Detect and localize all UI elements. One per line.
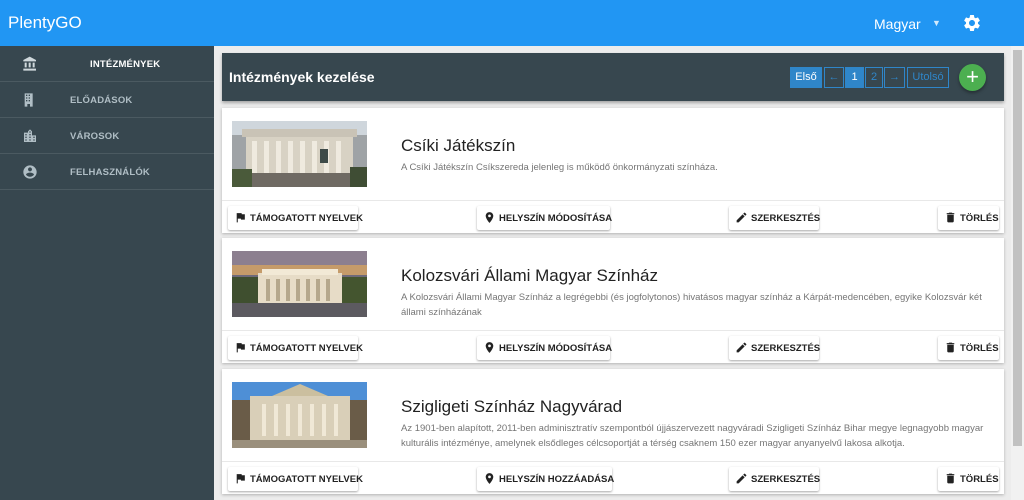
gear-icon[interactable] <box>962 13 982 33</box>
pagination-page-1[interactable]: 1 <box>845 67 864 88</box>
edit-button[interactable]: SZERKESZTÉS <box>729 206 821 230</box>
institution-card: Csíki Játékszín A Csíki Játékszín Csíksz… <box>222 108 1004 233</box>
chevron-down-icon: ▼ <box>932 18 941 28</box>
button-label: SZERKESZTÉS <box>751 343 821 354</box>
pencil-icon <box>735 211 748 224</box>
location-pin-icon <box>483 472 496 485</box>
institution-image <box>232 121 367 187</box>
trash-icon <box>944 341 957 354</box>
institution-description: A Csíki Játékszín Csíkszereda jelenleg i… <box>401 162 718 173</box>
institution-description: A Kolozsvári Állami Magyar Színház a leg… <box>401 292 982 318</box>
institution-name: Szigligeti Színház Nagyvárad <box>401 397 623 416</box>
account-circle-icon <box>22 164 38 180</box>
trash-icon <box>944 211 957 224</box>
language-value: Magyar <box>874 16 921 32</box>
institution-card: Kolozsvári Állami Magyar Színház A Koloz… <box>222 238 1004 363</box>
institution-name: Kolozsvári Állami Magyar Színház <box>401 266 658 285</box>
add-location-button[interactable]: HELYSZÍN HOZZÁADÁSA <box>477 467 615 491</box>
page-title: Intézmények kezelése <box>229 69 375 85</box>
button-label: HELYSZÍN MÓDOSÍTÁSA <box>499 343 613 354</box>
scrollbar[interactable] <box>1011 46 1024 500</box>
flag-icon <box>234 472 247 485</box>
button-label: HELYSZÍN HOZZÁADÁSA <box>499 474 615 485</box>
modify-location-button[interactable]: HELYSZÍN MÓDOSÍTÁSA <box>477 206 613 230</box>
button-label: SZERKESZTÉS <box>751 213 821 224</box>
supported-languages-button[interactable]: TÁMOGATOTT NYELVEK <box>228 206 363 230</box>
institution-image <box>232 382 367 448</box>
divider <box>222 200 1004 201</box>
pagination-prev-button[interactable]: ← <box>824 67 844 88</box>
pencil-icon <box>735 341 748 354</box>
delete-button[interactable]: TÖRLÉS <box>938 206 999 230</box>
sidebar-item-label: ELŐADÁSOK <box>70 95 133 106</box>
button-label: TÁMOGATOTT NYELVEK <box>250 213 363 224</box>
sidebar: INTÉZMÉNYEK ELŐADÁSOK VÁROSOK FELHASZNÁL… <box>0 46 214 500</box>
trash-icon <box>944 472 957 485</box>
pagination-page-2[interactable]: 2 <box>865 67 883 88</box>
divider <box>222 330 1004 331</box>
page-header-panel: Intézmények kezelése Első ← 1 2 → Utolsó… <box>222 53 1004 101</box>
sidebar-item-varosok[interactable]: VÁROSOK <box>0 118 214 154</box>
modify-location-button[interactable]: HELYSZÍN MÓDOSÍTÁSA <box>477 336 613 360</box>
institution-name: Csíki Játékszín <box>401 136 516 155</box>
add-institution-button[interactable]: + <box>959 64 986 91</box>
building-icon <box>22 92 38 108</box>
button-label: HELYSZÍN MÓDOSÍTÁSA <box>499 213 613 224</box>
institution-card: Szigligeti Színház Nagyvárad Az 1901-ben… <box>222 369 1004 494</box>
sidebar-item-intezmenyek[interactable]: INTÉZMÉNYEK <box>0 46 214 82</box>
city-icon <box>22 128 38 144</box>
button-label: SZERKESZTÉS <box>751 474 821 485</box>
button-label: TÖRLÉS <box>960 343 999 354</box>
button-label: TÁMOGATOTT NYELVEK <box>250 343 363 354</box>
scrollbar-thumb[interactable] <box>1013 50 1022 446</box>
supported-languages-button[interactable]: TÁMOGATOTT NYELVEK <box>228 336 363 360</box>
top-app-bar: PlentyGO Magyar ▼ <box>0 0 1024 46</box>
language-select[interactable]: Magyar ▼ <box>866 8 944 38</box>
button-label: TÖRLÉS <box>960 213 999 224</box>
delete-button[interactable]: TÖRLÉS <box>938 467 999 491</box>
sidebar-item-label: VÁROSOK <box>70 131 120 142</box>
location-pin-icon <box>483 211 496 224</box>
institution-description: Az 1901-ben alapított, 2011-ben adminisz… <box>401 423 984 449</box>
location-pin-icon <box>483 341 496 354</box>
pagination-first-button[interactable]: Első <box>790 67 822 88</box>
sidebar-item-label: INTÉZMÉNYEK <box>90 59 161 70</box>
edit-button[interactable]: SZERKESZTÉS <box>729 336 821 360</box>
button-label: TÁMOGATOTT NYELVEK <box>250 474 363 485</box>
pagination-next-button[interactable]: → <box>884 67 905 88</box>
institution-image <box>232 251 367 317</box>
app-title[interactable]: PlentyGO <box>8 13 82 33</box>
pencil-icon <box>735 472 748 485</box>
button-label: TÖRLÉS <box>960 474 999 485</box>
divider <box>222 461 1004 462</box>
supported-languages-button[interactable]: TÁMOGATOTT NYELVEK <box>228 467 363 491</box>
delete-button[interactable]: TÖRLÉS <box>938 336 999 360</box>
sidebar-item-label: FELHASZNÁLÓK <box>70 167 150 178</box>
sidebar-item-eloadasok[interactable]: ELŐADÁSOK <box>0 82 214 118</box>
flag-icon <box>234 211 247 224</box>
bank-icon <box>22 56 38 72</box>
edit-button[interactable]: SZERKESZTÉS <box>729 467 821 491</box>
flag-icon <box>234 341 247 354</box>
sidebar-item-felhasznalok[interactable]: FELHASZNÁLÓK <box>0 154 214 190</box>
pagination-last-button[interactable]: Utolsó <box>907 67 949 88</box>
